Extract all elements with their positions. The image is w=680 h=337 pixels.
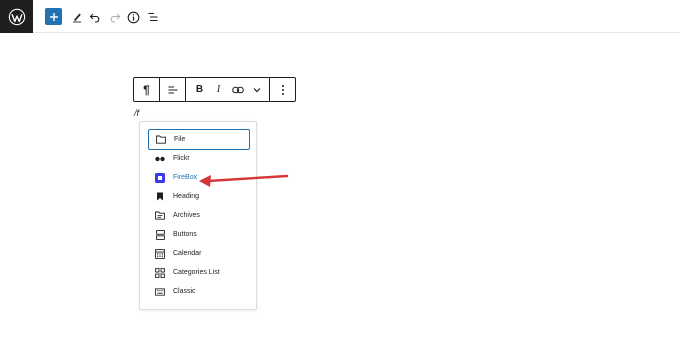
red-arrow-annotation [199, 174, 289, 187]
info-icon [127, 11, 139, 23]
block-options-button[interactable] [270, 78, 295, 101]
autocomplete-item-classic[interactable]: Classic [148, 281, 250, 302]
plus-icon [49, 12, 58, 21]
autocomplete-item-label: Heading [173, 193, 200, 200]
block-inserter-button[interactable] [45, 8, 62, 25]
tools-button[interactable] [68, 8, 86, 26]
calendar-icon [155, 248, 165, 259]
autocomplete-item-label: Buttons [173, 231, 197, 238]
wordpress-logo-icon[interactable] [0, 0, 33, 33]
autocomplete-item-archives[interactable]: Archives [148, 205, 250, 226]
autocomplete-item-buttons[interactable]: Buttons [148, 224, 250, 245]
paragraph-icon: ¶ [143, 82, 150, 97]
more-rich-text-button[interactable] [247, 78, 266, 101]
italic-button[interactable]: I [209, 78, 228, 101]
align-left-icon [168, 85, 177, 94]
buttons-icon [155, 229, 165, 240]
autocomplete-item-label: Categories List [173, 269, 220, 276]
undo-icon [89, 13, 100, 23]
autocomplete-item-file[interactable]: File [148, 129, 250, 150]
classic-keyboard-icon [155, 287, 165, 297]
folder-icon [156, 135, 166, 145]
block-toolbar: ¶ B I [133, 77, 296, 102]
redo-button[interactable] [106, 8, 124, 26]
details-button[interactable] [124, 8, 142, 26]
redo-icon [110, 13, 121, 23]
autocomplete-item-flickr[interactable]: Flickr [148, 148, 250, 169]
autocomplete-item-label: Flickr [173, 155, 190, 162]
list-view-icon [148, 12, 158, 22]
undo-button[interactable] [86, 8, 104, 26]
autocomplete-item-calendar[interactable]: Calendar [148, 243, 250, 264]
bold-button[interactable]: B [190, 78, 209, 101]
categories-icon [155, 267, 165, 278]
firebox-icon [155, 172, 165, 183]
chevron-down-icon [253, 87, 260, 92]
link-icon [231, 86, 244, 93]
pencil-icon [73, 13, 81, 23]
list-view-button[interactable] [144, 8, 162, 26]
flickr-icon [155, 154, 165, 164]
autocomplete-item-label: File [174, 136, 186, 143]
paragraph-block-button[interactable]: ¶ [134, 78, 159, 101]
archives-icon [155, 211, 165, 221]
link-button[interactable] [228, 78, 247, 101]
paragraph-input-text[interactable]: /f [134, 108, 139, 118]
top-toolbar [0, 0, 680, 33]
heading-bookmark-icon [155, 192, 165, 202]
autocomplete-item-categories-list[interactable]: Categories List [148, 262, 250, 283]
autocomplete-item-label: Archives [173, 212, 200, 219]
autocomplete-item-label: Calendar [173, 250, 202, 257]
block-autocomplete-popover: File Flickr FireBox Heading Archives But… [139, 121, 257, 310]
autocomplete-item-label: Classic [173, 288, 196, 295]
align-button[interactable] [160, 78, 185, 101]
autocomplete-item-label: FireBox [173, 174, 198, 181]
more-vertical-icon [281, 84, 284, 95]
